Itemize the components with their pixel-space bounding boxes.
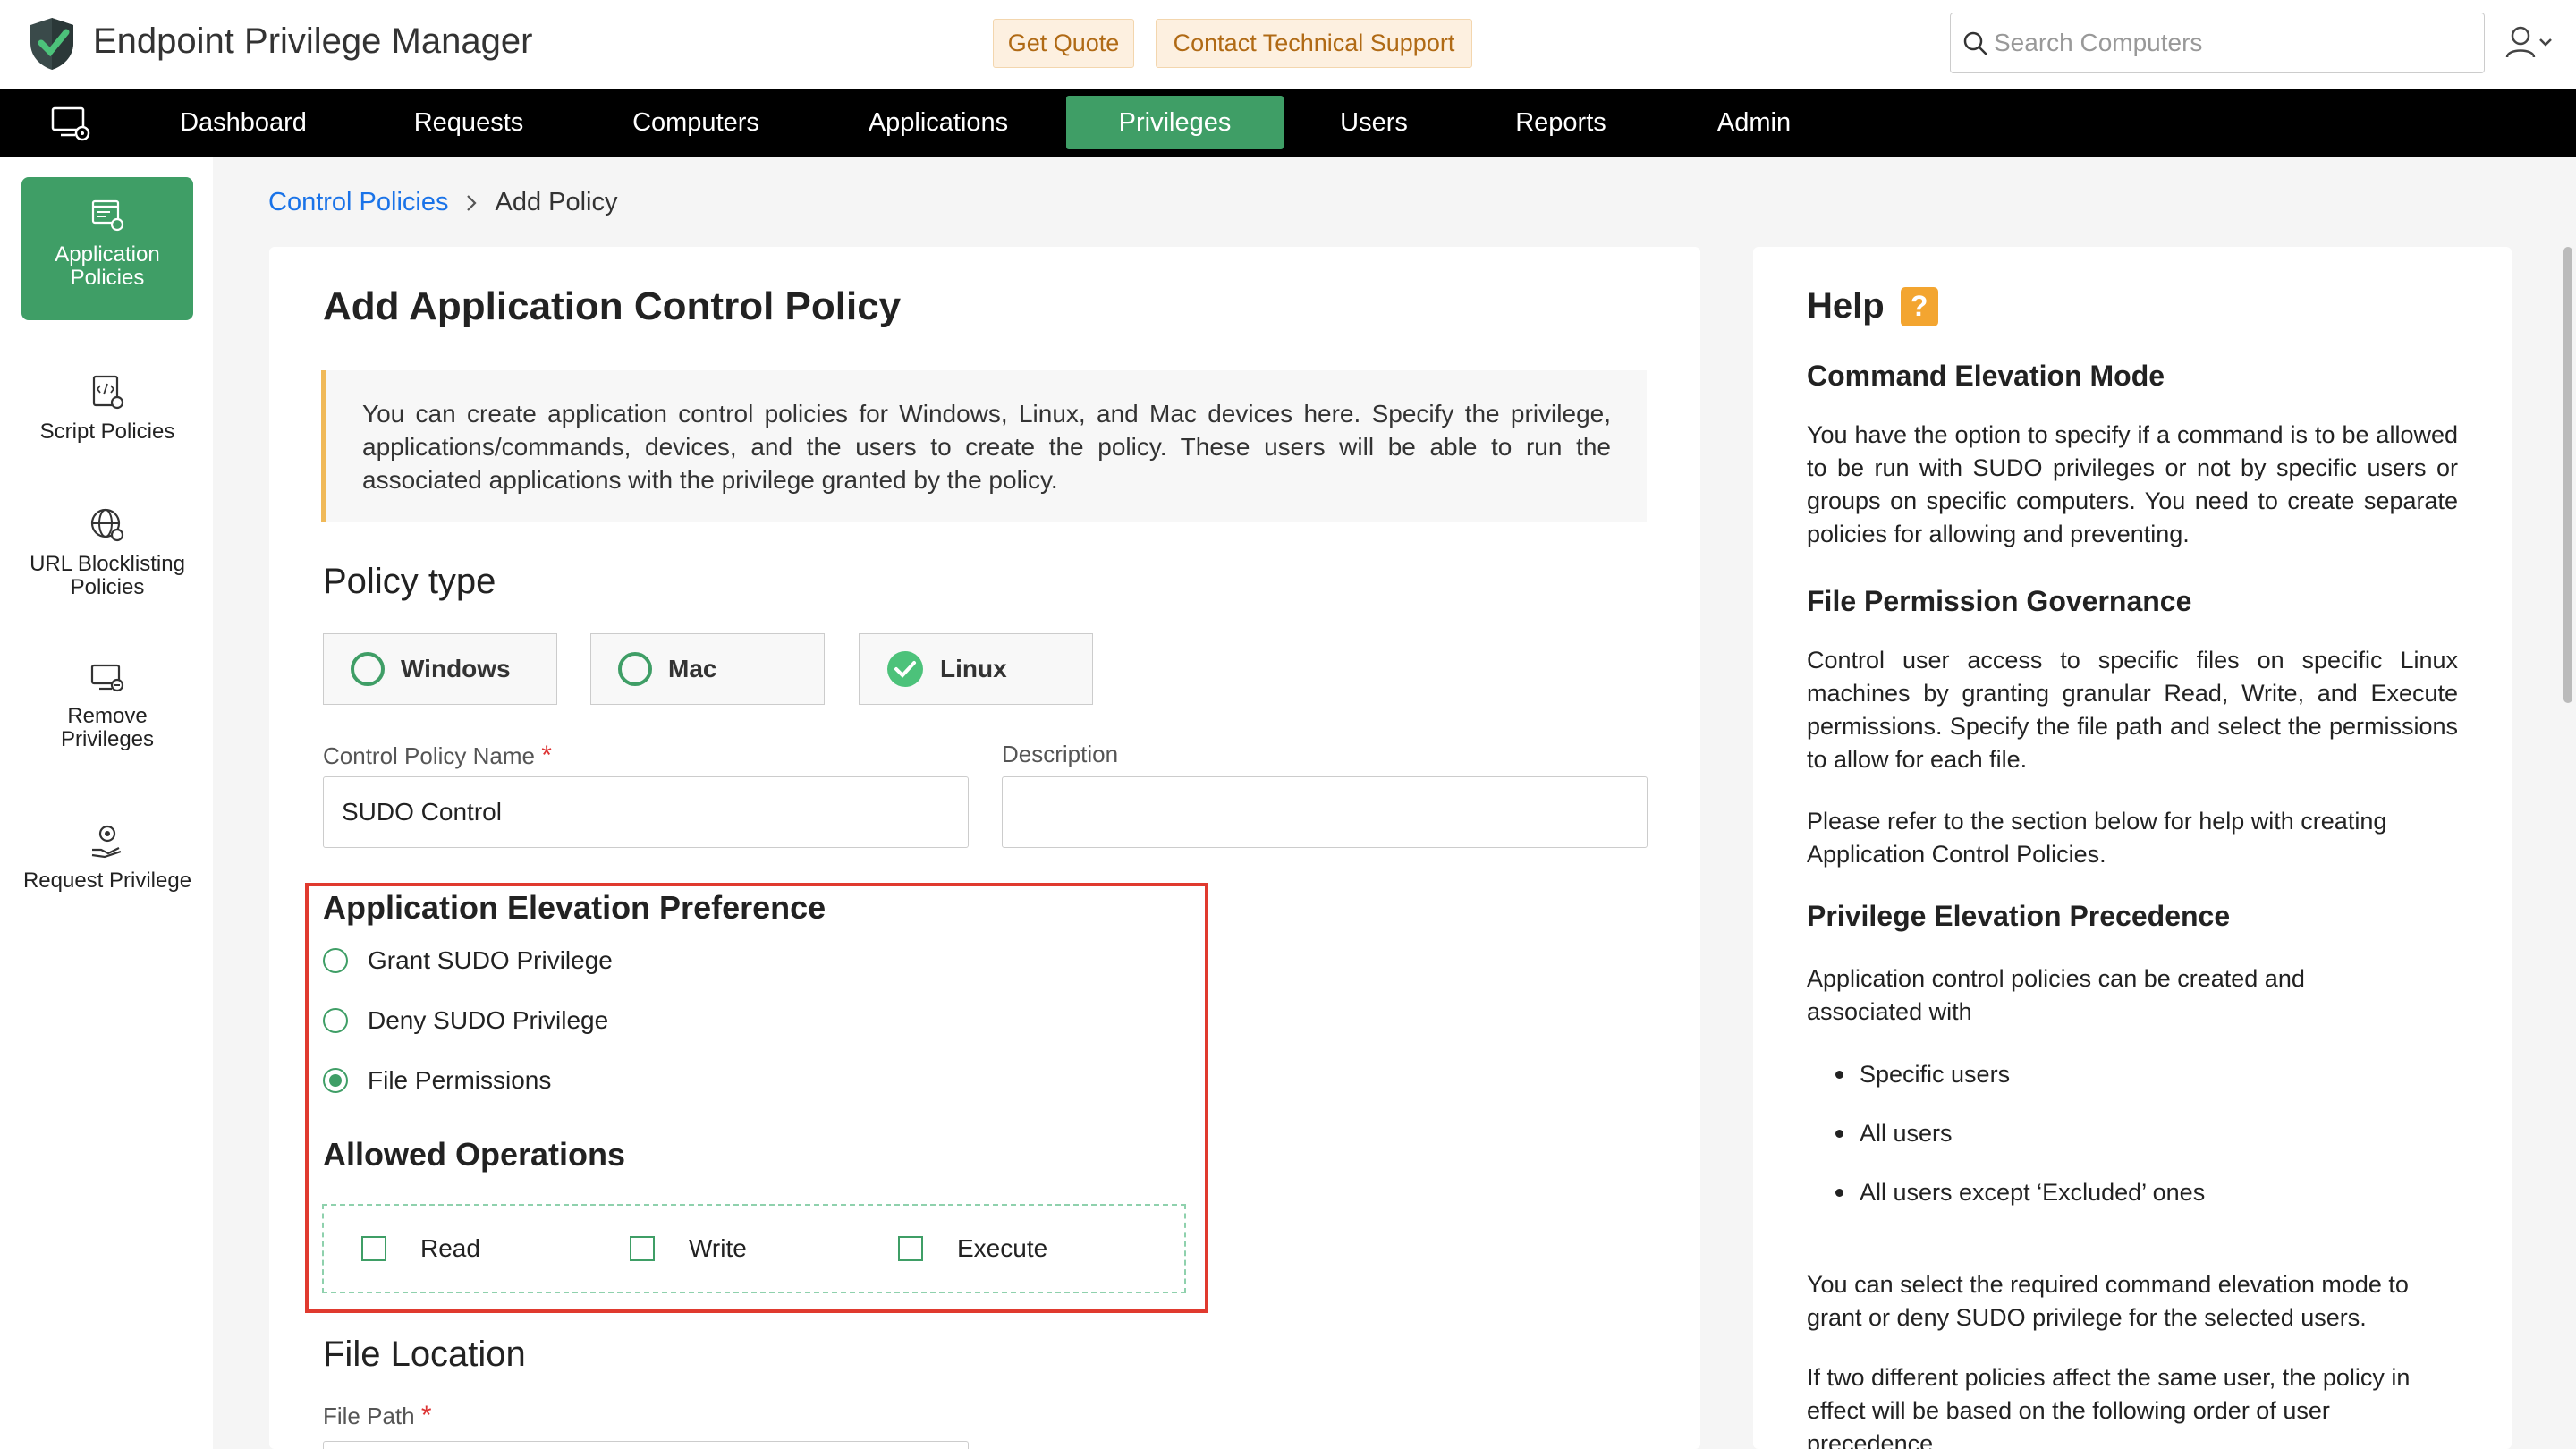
sidebar-label-line1: Application — [55, 242, 160, 267]
help-panel: Help ? Command Elevation Mode You have t… — [1753, 247, 2512, 1449]
radio-file-permissions[interactable]: File Permissions — [323, 1066, 551, 1095]
search-icon — [1963, 31, 1987, 55]
sidebar-label-line1: Request Privilege — [22, 869, 192, 893]
radio-unchecked-icon — [618, 652, 652, 686]
policy-form-card: Add Application Control Policy You can c… — [269, 247, 1700, 1449]
policy-type-windows[interactable]: Windows — [323, 633, 557, 705]
help-paragraph: Control user access to specific files on… — [1807, 647, 2458, 773]
nav-applications[interactable]: Applications — [837, 96, 1039, 149]
policy-type-linux[interactable]: Linux — [859, 633, 1093, 705]
policy-name-input[interactable] — [323, 776, 969, 848]
nav-dashboard[interactable]: Dashboard — [159, 96, 327, 149]
file-location-heading: File Location — [323, 1335, 526, 1374]
check-circle-icon — [887, 651, 923, 687]
nav-computers[interactable]: Computers — [612, 96, 780, 149]
page-title: Add Application Control Policy — [323, 284, 902, 328]
sidebar-label-line1: URL Blocklisting — [30, 552, 185, 576]
get-quote-button[interactable]: Get Quote — [993, 19, 1134, 68]
radio-label: Grant SUDO Privilege — [368, 946, 613, 974]
radio-unchecked-icon — [351, 652, 385, 686]
info-note: You can create application control polic… — [321, 370, 1647, 522]
policy-type-mac[interactable]: Mac — [590, 633, 825, 705]
chevron-right-icon — [467, 194, 478, 211]
policy-type-label: Linux — [940, 655, 1007, 682]
computer-settings-icon[interactable] — [50, 105, 91, 144]
request-privilege-icon — [91, 825, 122, 859]
nav-reports[interactable]: Reports — [1476, 96, 1646, 149]
help-heading-file-permission: File Permission Governance — [1807, 585, 2192, 617]
allowed-operations-group: Read Write Execute — [322, 1204, 1186, 1293]
breadcrumb-control-policies[interactable]: Control Policies — [268, 188, 448, 217]
checkbox[interactable] — [630, 1236, 655, 1261]
sidebar-label-line1: Remove — [67, 704, 148, 728]
nav-users[interactable]: Users — [1293, 96, 1454, 149]
user-menu-icon[interactable] — [2504, 23, 2555, 63]
policy-name-label: Control Policy Name * — [323, 741, 552, 770]
nav-privileges[interactable]: Privileges — [1066, 96, 1284, 149]
checkbox[interactable] — [898, 1236, 923, 1261]
sidebar-label-line2: Privileges — [60, 726, 155, 751]
sidebar-item-request-privilege[interactable]: Request Privilege — [21, 823, 193, 893]
sidebar-label-line2: Policies — [70, 265, 145, 290]
policy-type-heading: Policy type — [323, 562, 496, 601]
checkbox[interactable] — [361, 1236, 386, 1261]
radio-label: Deny SUDO Privilege — [368, 1006, 609, 1034]
radio-button-selected[interactable] — [323, 1068, 348, 1093]
radio-button[interactable] — [323, 1008, 348, 1033]
help-list-item: All users except ‘Excluded’ ones — [1835, 1179, 2205, 1207]
sidebar-item-script-policies[interactable]: Script Policies — [21, 374, 193, 444]
top-bar: Endpoint Privilege Manager Get Quote Con… — [0, 0, 2576, 89]
checkbox-label: Execute — [957, 1234, 1048, 1262]
application-policy-icon — [91, 199, 124, 232]
file-path-input[interactable] — [323, 1441, 969, 1449]
search-box[interactable] — [1950, 13, 2485, 73]
search-input[interactable] — [1994, 22, 2468, 64]
help-paragraph: Please refer to the section below for he… — [1807, 808, 2387, 868]
sidebar-label-line1: Script Policies — [39, 419, 175, 444]
sidebar-item-url-blocklisting[interactable]: URL Blocklisting Policies — [21, 506, 193, 599]
radio-label: File Permissions — [368, 1066, 552, 1094]
nav-requests[interactable]: Requests — [385, 96, 553, 149]
checkbox-label: Write — [689, 1234, 747, 1262]
description-label: Description — [1002, 741, 1119, 767]
help-question-icon: ? — [1900, 286, 1938, 326]
radio-deny-sudo[interactable]: Deny SUDO Privilege — [323, 1006, 608, 1035]
checkbox-write[interactable]: Write — [630, 1234, 747, 1263]
radio-button[interactable] — [323, 948, 348, 973]
allowed-operations-heading: Allowed Operations — [323, 1136, 626, 1173]
checkbox-read[interactable]: Read — [361, 1234, 480, 1263]
breadcrumb: Control Policies Add Policy — [268, 188, 618, 217]
checkbox-execute[interactable]: Execute — [898, 1234, 1047, 1263]
nav-admin[interactable]: Admin — [1669, 96, 1839, 149]
sidebar-item-remove-privileges[interactable]: Remove Privileges — [21, 658, 193, 751]
breadcrumb-current: Add Policy — [495, 188, 618, 216]
help-paragraph: You can select the required command elev… — [1807, 1271, 2409, 1331]
page-scrollbar[interactable] — [2563, 247, 2572, 703]
help-paragraph: If two different policies affect the sam… — [1807, 1364, 2411, 1449]
description-input[interactable] — [1002, 776, 1648, 848]
contact-support-button[interactable]: Contact Technical Support — [1156, 19, 1472, 68]
help-heading-command-elevation: Command Elevation Mode — [1807, 360, 2165, 392]
sidebar-item-application-policies[interactable]: Application Policies — [21, 177, 193, 320]
help-title: Help ? — [1807, 286, 1938, 326]
elevation-preference-heading: Application Elevation Preference — [323, 889, 826, 926]
remove-privilege-icon — [90, 664, 124, 692]
policy-type-label: Mac — [668, 655, 717, 682]
help-paragraph: You have the option to specify if a comm… — [1807, 421, 2458, 547]
radio-grant-sudo[interactable]: Grant SUDO Privilege — [323, 946, 613, 975]
app-title: Endpoint Privilege Manager — [93, 21, 533, 61]
globe-icon — [90, 508, 124, 542]
sidebar-label-line2: Policies — [70, 574, 145, 599]
script-policy-icon — [92, 375, 124, 410]
policy-type-label: Windows — [401, 655, 511, 682]
help-heading-precedence: Privilege Elevation Precedence — [1807, 900, 2231, 932]
checkbox-label: Read — [420, 1234, 480, 1262]
help-paragraph: Application control policies can be crea… — [1807, 965, 2305, 1025]
left-sidebar: Application Policies Script Policies URL… — [0, 157, 213, 1449]
file-path-label: File Path * — [323, 1401, 432, 1430]
help-list-item: All users — [1835, 1120, 1953, 1148]
shield-logo-icon — [30, 18, 73, 70]
help-list-item: Specific users — [1835, 1061, 2010, 1089]
main-nav: Dashboard Requests Computers Application… — [0, 89, 2576, 157]
